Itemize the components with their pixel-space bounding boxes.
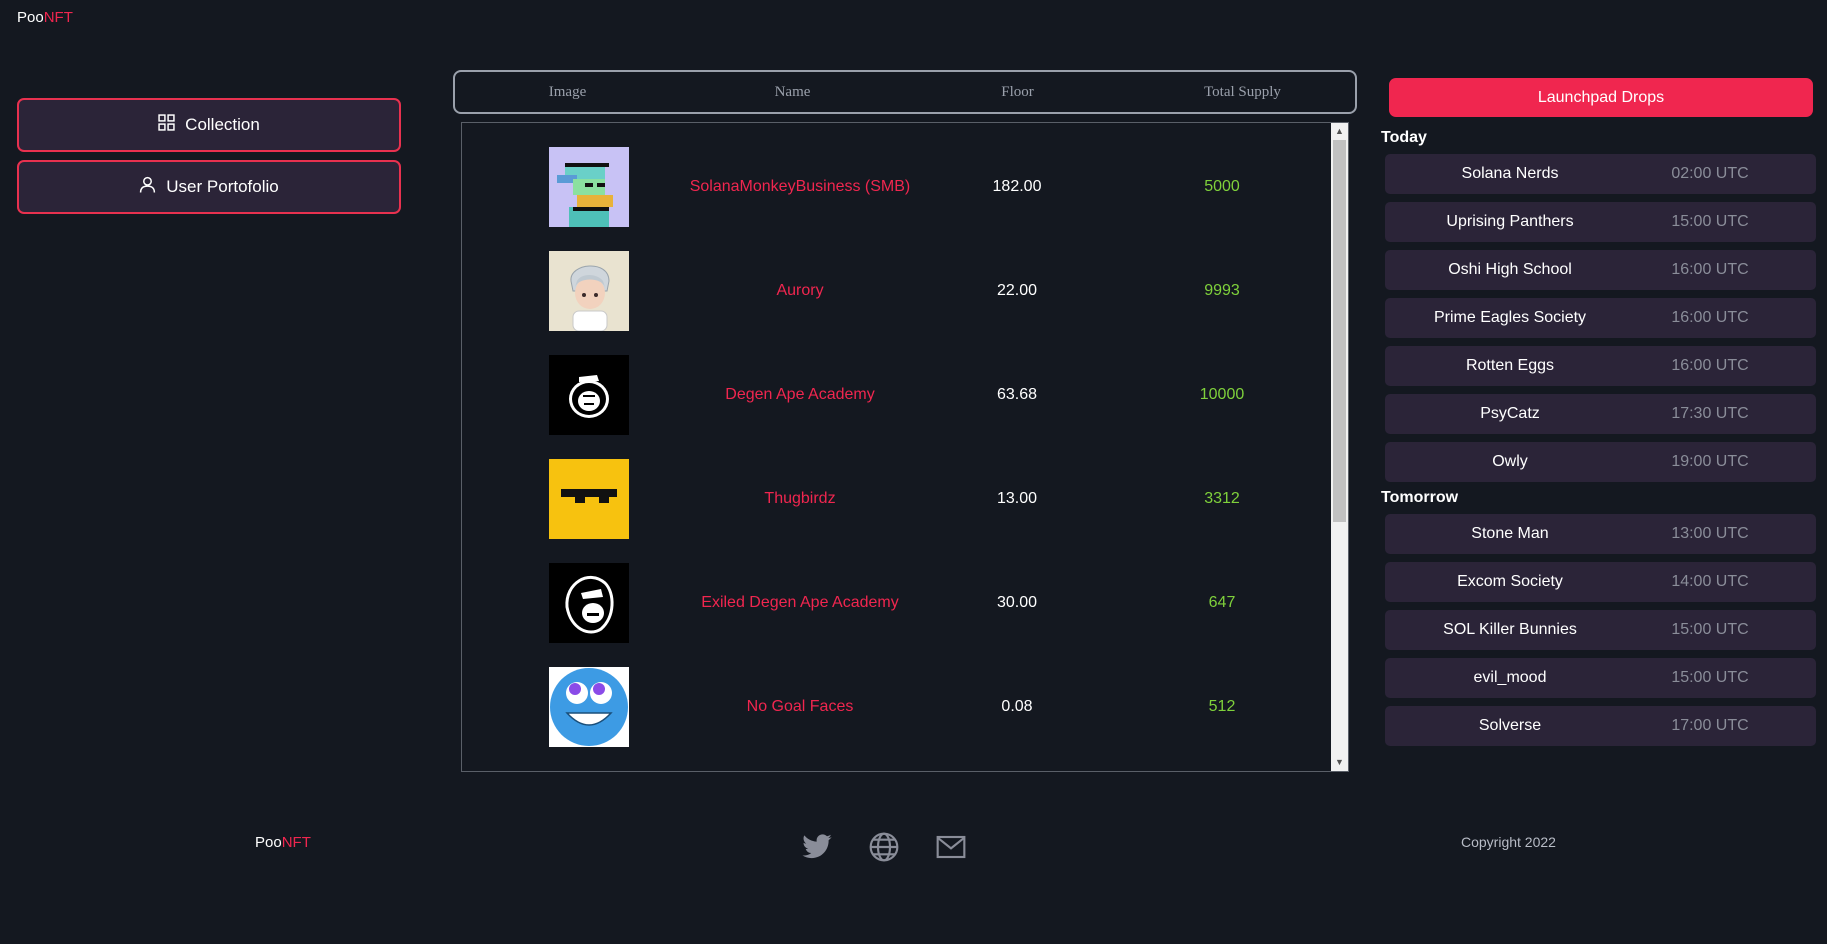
drop-name: evil_mood xyxy=(1473,669,1547,686)
drop-name: PsyCatz xyxy=(1480,405,1540,422)
logo-prefix: Poo xyxy=(255,834,282,851)
copyright-text: Copyright 2022 xyxy=(1461,834,1556,850)
drop-name: Excom Society xyxy=(1457,573,1563,590)
total-supply: 10000 xyxy=(1199,386,1245,403)
total-supply: 3312 xyxy=(1204,490,1240,507)
collection-name[interactable]: Aurory xyxy=(677,279,923,303)
drop-time: 15:00 UTC xyxy=(1671,669,1749,686)
floor-price: 182.00 xyxy=(992,178,1042,195)
collection-button[interactable]: Collection xyxy=(17,98,401,152)
total-supply: 647 xyxy=(1208,594,1236,611)
table-row[interactable] xyxy=(462,759,1332,772)
floor-price: 13.00 xyxy=(996,490,1038,507)
drop-time: 13:00 UTC xyxy=(1671,525,1749,542)
drop-time: 15:00 UTC xyxy=(1671,621,1749,638)
drop-name: SOL Killer Bunnies xyxy=(1443,621,1577,638)
column-header-total-supply: Total Supply xyxy=(1204,83,1281,100)
drop-name: Prime Eagles Society xyxy=(1433,309,1587,326)
floor-price: 63.68 xyxy=(996,386,1038,403)
collection-name[interactable]: Thugbirdz xyxy=(677,487,923,511)
drop-name: Solana Nerds xyxy=(1461,165,1559,182)
today-heading: Today xyxy=(1381,129,1427,146)
drop-item[interactable]: Owly 19:00 UTC xyxy=(1385,442,1816,482)
degen-ape-thumbnail xyxy=(549,355,629,435)
aurory-thumbnail xyxy=(549,251,629,331)
floor-price: 0.08 xyxy=(1001,698,1033,715)
drop-time: 15:00 UTC xyxy=(1671,213,1749,230)
drop-time: 16:00 UTC xyxy=(1671,261,1749,278)
site-logo[interactable]: PooNFT xyxy=(17,9,73,26)
drop-name: Owly xyxy=(1492,453,1528,470)
logo-prefix: Poo xyxy=(17,9,44,26)
scrollbar-thumb[interactable] xyxy=(1333,140,1346,522)
table-row[interactable]: Thugbirdz 13.00 3312 xyxy=(462,447,1332,551)
column-header-floor: Floor xyxy=(1001,83,1034,100)
mail-icon[interactable] xyxy=(935,831,967,863)
table-row[interactable]: SolanaMonkeyBusiness (SMB) 182.00 5000 xyxy=(462,135,1332,239)
drop-name: Stone Man xyxy=(1471,525,1549,542)
twitter-icon[interactable] xyxy=(801,831,833,863)
drop-time: 16:00 UTC xyxy=(1671,309,1749,326)
drop-name: Rotten Eggs xyxy=(1465,357,1555,374)
scroll-down-arrow-icon[interactable]: ▼ xyxy=(1331,754,1348,771)
drop-time: 17:00 UTC xyxy=(1671,717,1749,734)
grid-icon xyxy=(158,114,175,136)
drop-time: 16:00 UTC xyxy=(1671,357,1749,374)
floor-price: 30.00 xyxy=(996,594,1038,611)
table-scrollbar[interactable]: ▲ ▼ xyxy=(1331,123,1348,771)
total-supply: 512 xyxy=(1208,698,1236,715)
collection-button-label: Collection xyxy=(185,115,260,134)
drop-item[interactable]: Uprising Panthers 15:00 UTC xyxy=(1385,202,1816,242)
exiled-ape-thumbnail xyxy=(549,563,629,643)
column-header-image: Image xyxy=(548,83,587,100)
column-header-name: Name xyxy=(774,83,811,100)
floor-price: 22.00 xyxy=(996,282,1038,299)
globe-icon[interactable] xyxy=(868,831,900,863)
footer-logo[interactable]: PooNFT xyxy=(255,834,311,851)
drop-name: Uprising Panthers xyxy=(1446,213,1574,230)
drop-time: 02:00 UTC xyxy=(1671,165,1749,182)
collection-name[interactable]: Degen Ape Academy xyxy=(677,383,923,407)
thugbirdz-thumbnail xyxy=(549,459,629,539)
user-portfolio-button[interactable]: User Portofolio xyxy=(17,160,401,214)
scroll-up-arrow-icon[interactable]: ▲ xyxy=(1331,123,1348,140)
collection-table[interactable]: SolanaMonkeyBusiness (SMB) 182.00 5000 A… xyxy=(461,122,1349,772)
total-supply: 9993 xyxy=(1204,282,1240,299)
drop-item[interactable]: Rotten Eggs 16:00 UTC xyxy=(1385,346,1816,386)
logo-suffix: NFT xyxy=(281,834,311,851)
total-supply: 5000 xyxy=(1204,178,1240,195)
drop-item[interactable]: Excom Society 14:00 UTC xyxy=(1385,562,1816,602)
drop-item[interactable]: Solana Nerds 02:00 UTC xyxy=(1385,154,1816,194)
launchpad-drops-button[interactable]: Launchpad Drops xyxy=(1389,78,1813,117)
drop-name: Solverse xyxy=(1478,717,1542,734)
collection-name[interactable]: No Goal Faces xyxy=(677,695,923,719)
collection-name[interactable]: Exiled Degen Ape Academy xyxy=(677,591,923,615)
logo-suffix: NFT xyxy=(43,9,73,26)
user-portfolio-button-label: User Portofolio xyxy=(166,177,279,196)
drop-item[interactable]: Oshi High School 16:00 UTC xyxy=(1385,250,1816,290)
user-icon xyxy=(139,176,156,198)
drop-item[interactable]: Stone Man 13:00 UTC xyxy=(1385,514,1816,554)
table-row[interactable]: No Goal Faces 0.08 512 xyxy=(462,655,1332,759)
table-row[interactable]: Degen Ape Academy 63.68 10000 xyxy=(462,343,1332,447)
tomorrow-heading: Tomorrow xyxy=(1381,489,1459,506)
collection-name[interactable]: SolanaMonkeyBusiness (SMB) xyxy=(677,175,923,199)
drop-name: Oshi High School xyxy=(1448,261,1572,278)
drop-item[interactable]: Prime Eagles Society 16:00 UTC xyxy=(1385,298,1816,338)
drop-time: 14:00 UTC xyxy=(1671,573,1749,590)
smb-monkey-thumbnail xyxy=(549,147,629,227)
table-header: Image Name Floor Total Supply xyxy=(453,70,1357,114)
table-row[interactable]: Aurory 22.00 9993 xyxy=(462,239,1332,343)
table-row[interactable]: Exiled Degen Ape Academy 30.00 647 xyxy=(462,551,1332,655)
drop-time: 17:30 UTC xyxy=(1671,405,1749,422)
drop-item[interactable]: evil_mood 15:00 UTC xyxy=(1385,658,1816,698)
drop-time: 19:00 UTC xyxy=(1671,453,1749,470)
drop-item[interactable]: Solverse 17:00 UTC xyxy=(1385,706,1816,746)
drop-item[interactable]: SOL Killer Bunnies 15:00 UTC xyxy=(1385,610,1816,650)
drop-item[interactable]: PsyCatz 17:30 UTC xyxy=(1385,394,1816,434)
no-goal-faces-thumbnail xyxy=(549,667,629,747)
red-collection-thumbnail xyxy=(549,771,629,772)
